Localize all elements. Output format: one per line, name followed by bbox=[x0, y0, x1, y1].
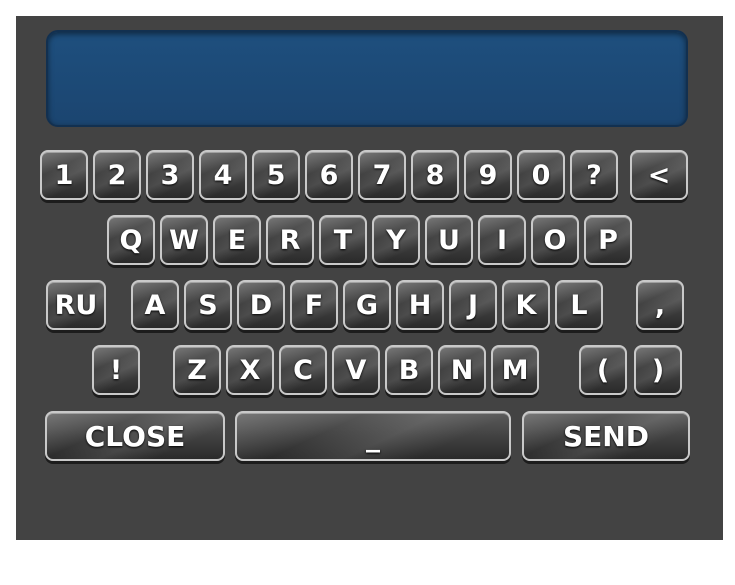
space-button[interactable]: _ bbox=[235, 411, 511, 461]
key-5[interactable]: 5 bbox=[252, 150, 300, 200]
key-m[interactable]: M bbox=[491, 345, 539, 395]
key-comma[interactable]: , bbox=[636, 280, 684, 330]
key-r[interactable]: R bbox=[266, 215, 314, 265]
key-c[interactable]: C bbox=[279, 345, 327, 395]
key-z[interactable]: Z bbox=[173, 345, 221, 395]
key-x[interactable]: X bbox=[226, 345, 274, 395]
key-v[interactable]: V bbox=[332, 345, 380, 395]
key-u[interactable]: U bbox=[425, 215, 473, 265]
key-9[interactable]: 9 bbox=[464, 150, 512, 200]
key-f[interactable]: F bbox=[290, 280, 338, 330]
key-0[interactable]: 0 bbox=[517, 150, 565, 200]
key-j[interactable]: J bbox=[449, 280, 497, 330]
language-ru-button[interactable]: RU bbox=[46, 280, 106, 330]
key-s[interactable]: S bbox=[184, 280, 232, 330]
key-d[interactable]: D bbox=[237, 280, 285, 330]
key-4[interactable]: 4 bbox=[199, 150, 247, 200]
keyboard-panel: 1 2 3 4 5 6 7 8 9 0 ? < Q W E R T Y U I … bbox=[16, 16, 723, 540]
key-n[interactable]: N bbox=[438, 345, 486, 395]
key-w[interactable]: W bbox=[160, 215, 208, 265]
key-h[interactable]: H bbox=[396, 280, 444, 330]
key-exclamation[interactable]: ! bbox=[92, 345, 140, 395]
key-e[interactable]: E bbox=[213, 215, 261, 265]
send-button[interactable]: SEND bbox=[522, 411, 690, 461]
key-1[interactable]: 1 bbox=[40, 150, 88, 200]
key-3[interactable]: 3 bbox=[146, 150, 194, 200]
key-k[interactable]: K bbox=[502, 280, 550, 330]
key-6[interactable]: 6 bbox=[305, 150, 353, 200]
key-8[interactable]: 8 bbox=[411, 150, 459, 200]
key-close-paren[interactable]: ) bbox=[634, 345, 682, 395]
key-p[interactable]: P bbox=[584, 215, 632, 265]
key-g[interactable]: G bbox=[343, 280, 391, 330]
key-open-paren[interactable]: ( bbox=[579, 345, 627, 395]
key-a[interactable]: A bbox=[131, 280, 179, 330]
key-2[interactable]: 2 bbox=[93, 150, 141, 200]
text-display bbox=[46, 30, 688, 127]
close-button[interactable]: CLOSE bbox=[45, 411, 225, 461]
key-7[interactable]: 7 bbox=[358, 150, 406, 200]
key-q[interactable]: Q bbox=[107, 215, 155, 265]
key-i[interactable]: I bbox=[478, 215, 526, 265]
key-o[interactable]: O bbox=[531, 215, 579, 265]
key-question-mark[interactable]: ? bbox=[570, 150, 618, 200]
key-b[interactable]: B bbox=[385, 345, 433, 395]
key-y[interactable]: Y bbox=[372, 215, 420, 265]
backspace-button[interactable]: < bbox=[630, 150, 688, 200]
key-t[interactable]: T bbox=[319, 215, 367, 265]
key-l[interactable]: L bbox=[555, 280, 603, 330]
